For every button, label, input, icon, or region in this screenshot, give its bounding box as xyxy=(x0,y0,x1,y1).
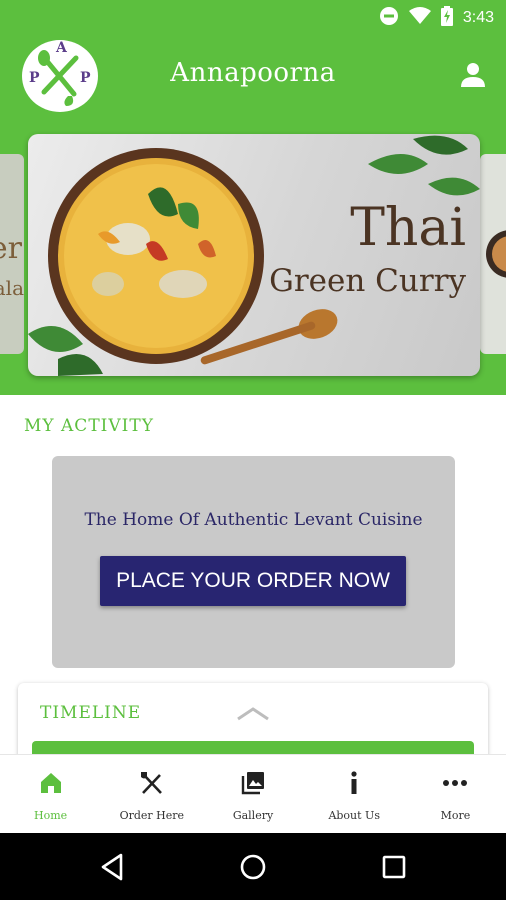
promo-card: The Home Of Authentic Levant Cuisine PLA… xyxy=(52,456,455,668)
nav-item-home[interactable]: Home xyxy=(0,755,101,833)
profile-button[interactable] xyxy=(458,60,488,90)
nav-item-more[interactable]: More xyxy=(405,755,506,833)
system-navigation-bar xyxy=(0,833,506,900)
banner-subtitle: Green Curry xyxy=(269,263,466,299)
app-title: Annapoorna xyxy=(170,58,336,88)
chevron-up-icon xyxy=(237,707,269,721)
banner-prev-card[interactable]: er ala xyxy=(0,154,24,354)
logo-letter-top: A xyxy=(56,40,67,56)
nav-label-about-us: About Us xyxy=(328,809,380,822)
promo-text: The Home Of Authentic Levant Cuisine xyxy=(84,510,423,530)
person-icon xyxy=(461,63,485,87)
wifi-icon xyxy=(408,7,431,29)
status-bar: 3:43 xyxy=(0,0,506,36)
nav-label-home: Home xyxy=(34,809,68,822)
recents-icon[interactable] xyxy=(378,851,410,883)
home-circle-icon[interactable] xyxy=(237,851,269,883)
place-order-button[interactable]: PLACE YOUR ORDER NOW xyxy=(100,556,406,606)
home-icon xyxy=(40,773,61,793)
gallery-icon xyxy=(241,772,264,795)
banner-carousel[interactable]: er ala Thai Gree xyxy=(0,116,506,395)
do-not-disturb-icon xyxy=(379,6,399,30)
prev-card-peek-text: er xyxy=(0,231,22,266)
status-time: 3:43 xyxy=(462,9,494,26)
prev-card-peek-text-2: ala xyxy=(0,276,24,300)
banner-next-card[interactable] xyxy=(480,154,506,354)
info-icon xyxy=(351,771,357,794)
fork-knife-icon xyxy=(140,772,162,794)
timeline-heading: TIMELINE xyxy=(40,703,142,723)
app-bar: P A P Annapoorna xyxy=(0,36,506,116)
status-icons: 3:43 xyxy=(379,6,494,30)
nav-item-about-us[interactable]: About Us xyxy=(304,755,405,833)
more-horizontal-icon xyxy=(443,780,468,786)
nav-label-more: More xyxy=(440,809,471,822)
banner-title: Thai xyxy=(350,198,466,258)
battery-charging-icon xyxy=(440,6,453,30)
back-icon[interactable] xyxy=(97,851,129,883)
nav-item-gallery[interactable]: Gallery xyxy=(202,755,303,833)
nav-label-order-here: Order Here xyxy=(119,809,185,822)
banner-card[interactable]: Thai Green Curry xyxy=(28,134,480,376)
nav-label-gallery: Gallery xyxy=(232,809,274,822)
my-activity-heading: MY ACTIVITY xyxy=(24,416,154,436)
nav-item-order-here[interactable]: Order Here xyxy=(101,755,202,833)
bottom-navigation: Home Order Here Gallery About Us More xyxy=(0,754,506,833)
timeline-toggle-button[interactable] xyxy=(236,705,270,721)
